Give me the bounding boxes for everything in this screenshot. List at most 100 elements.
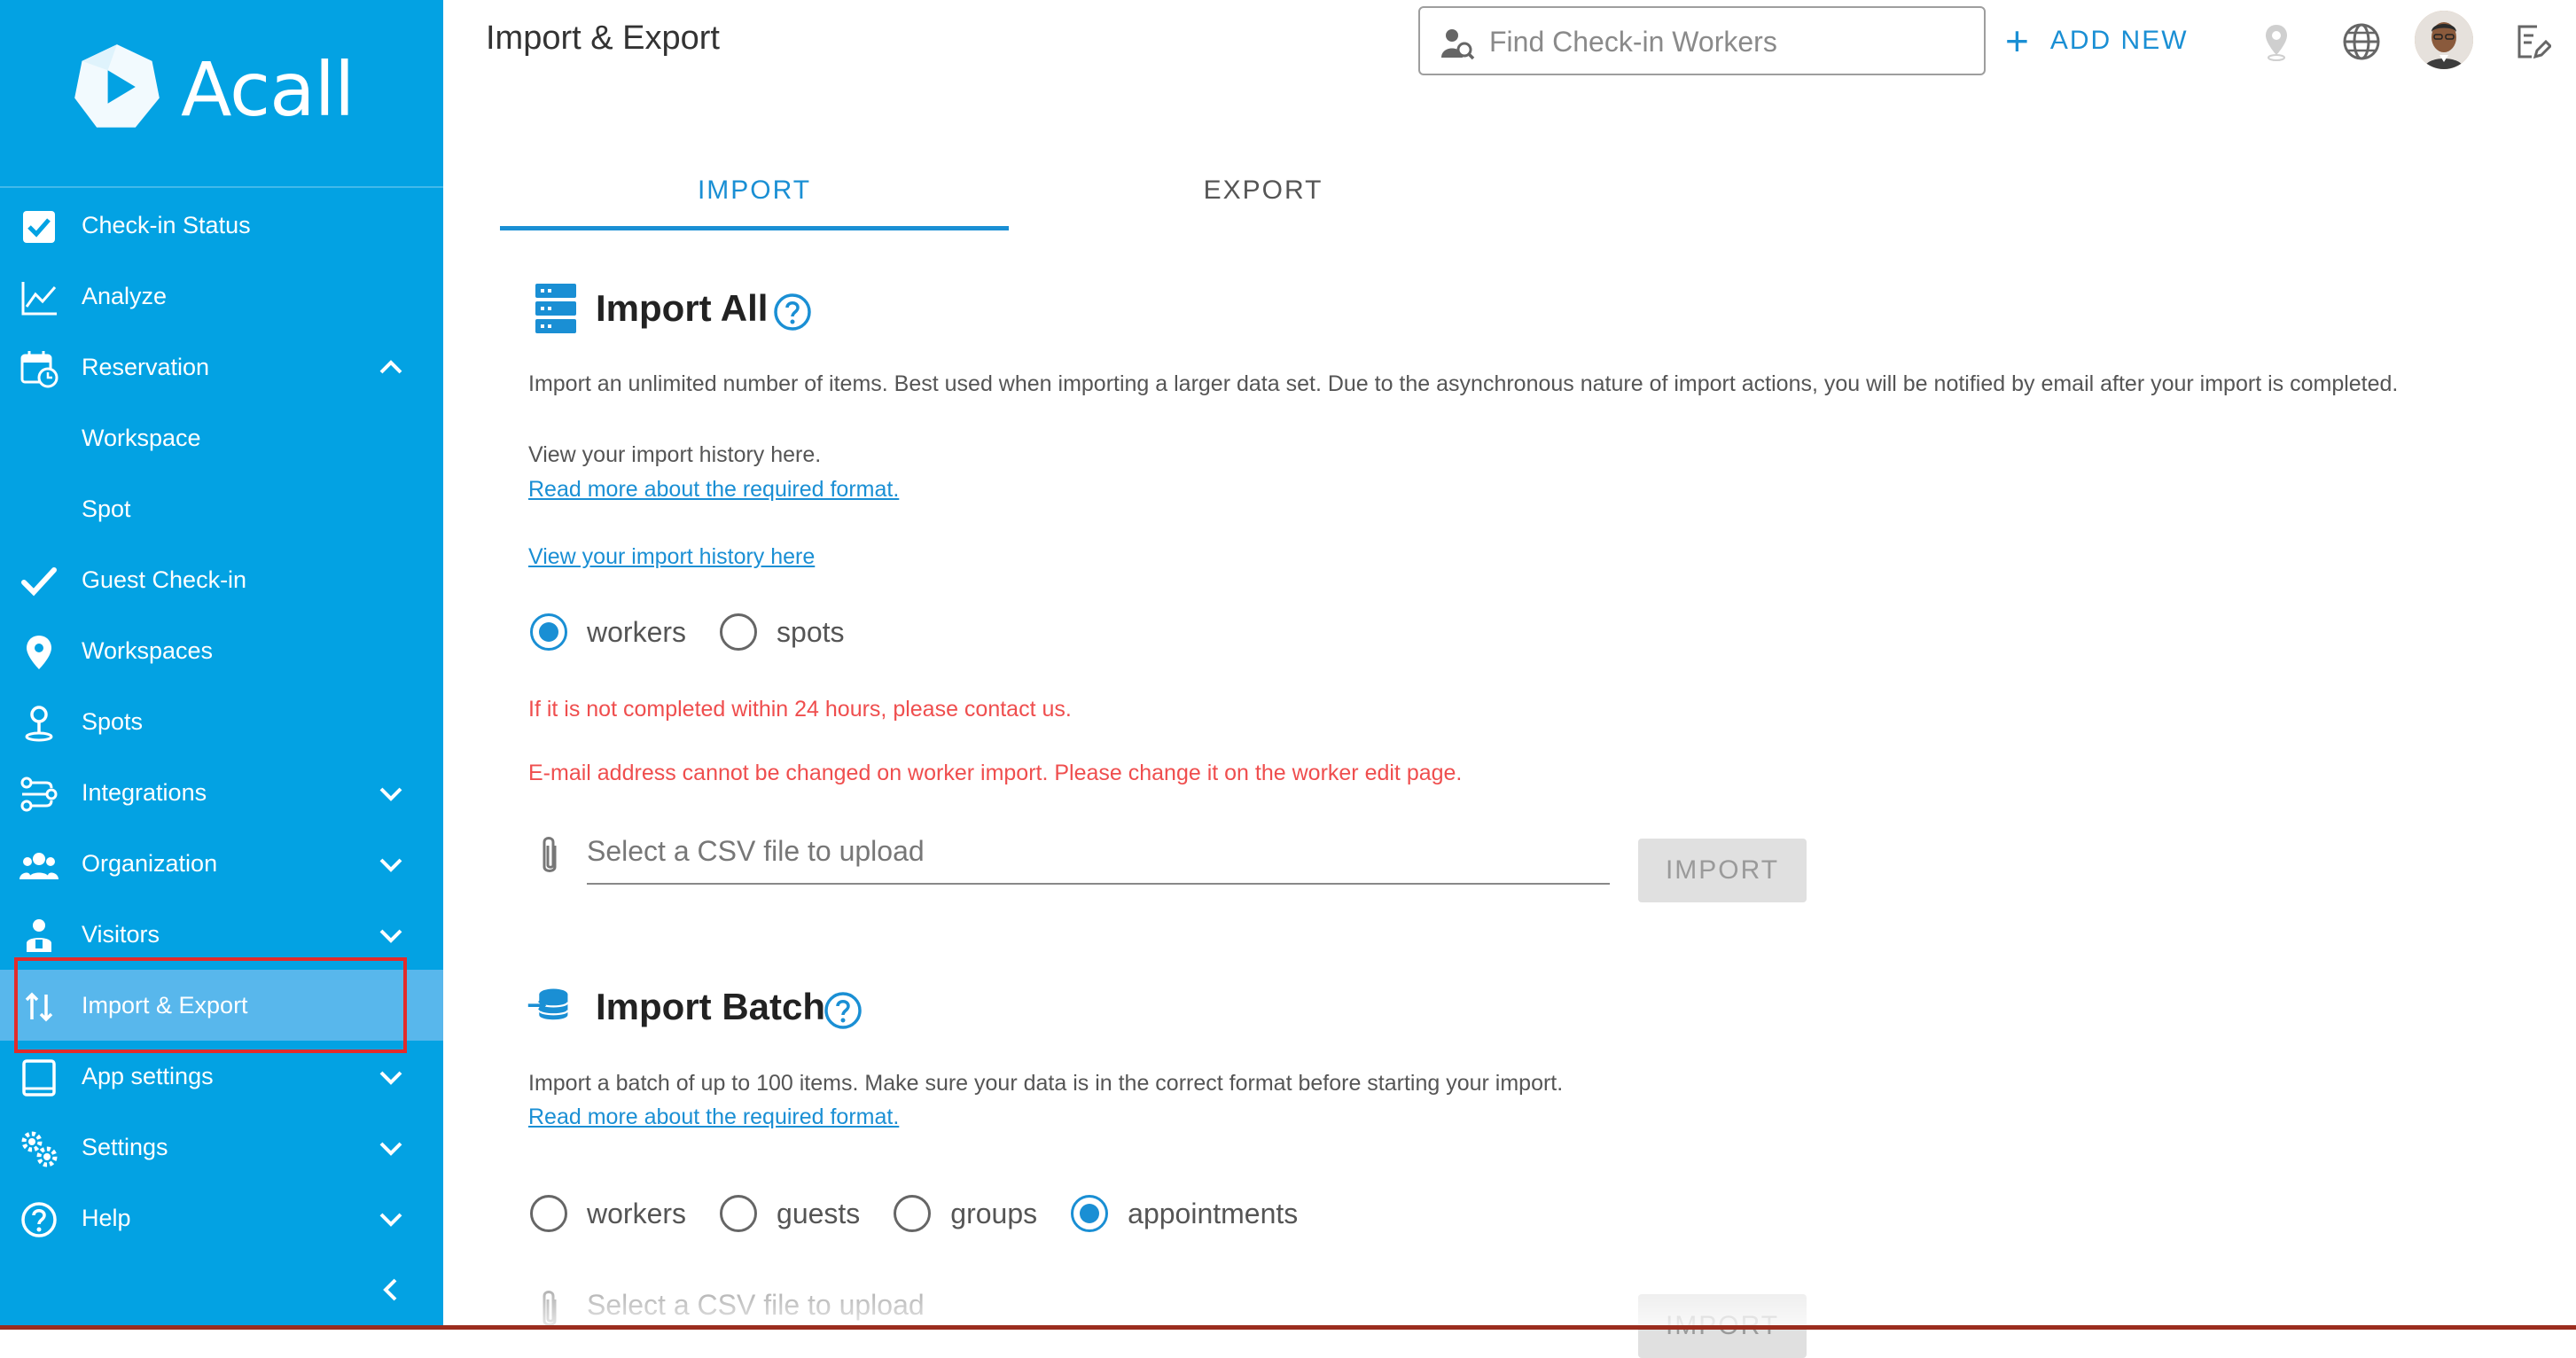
sidebar-item-spots[interactable]: Spots xyxy=(0,686,443,757)
tab-export[interactable]: EXPORT xyxy=(1009,160,1518,230)
warning-message: E-mail address cannot be changed on work… xyxy=(528,761,1463,785)
person-pin-icon xyxy=(20,704,59,743)
brand: Acall xyxy=(0,0,443,188)
radio-label: guests xyxy=(777,1197,861,1229)
sidebar-item-label: Workspaces xyxy=(82,636,214,664)
radio-workers[interactable]: workers xyxy=(530,1195,686,1232)
radio-workers[interactable]: workers xyxy=(530,613,686,651)
search-input[interactable] xyxy=(1489,20,1968,63)
chevron-down-icon xyxy=(379,787,402,801)
sidebar-item-organization[interactable]: Organization xyxy=(0,828,443,899)
radio-circle xyxy=(720,613,758,651)
sidebar-item-label: Import & Export xyxy=(82,991,248,1018)
add-new-button[interactable]: + ADD NEW xyxy=(2005,18,2189,64)
plus-icon: + xyxy=(2005,18,2031,64)
server-stack-icon xyxy=(535,284,576,333)
chevron-down-icon xyxy=(379,1142,402,1156)
import-batch-title: Import Batch xyxy=(596,986,826,1027)
sidebar-item-guest-check-in[interactable]: Guest Check-in xyxy=(0,544,443,615)
acall-logo-icon xyxy=(74,44,160,128)
edit-document-icon[interactable] xyxy=(2510,21,2551,62)
required-format-link[interactable]: Read more about the required format. xyxy=(528,1104,899,1130)
sidebar-item-workspace[interactable]: Workspace xyxy=(0,402,443,473)
sidebar-item-spot[interactable]: Spot xyxy=(0,473,443,544)
sidebar: Acall Check-in Status Analyze Reservatio… xyxy=(0,0,443,1330)
sidebar-item-label: Check-in Status xyxy=(82,211,251,238)
radio-circle xyxy=(720,1195,758,1232)
sidebar-item-settings[interactable]: Settings xyxy=(0,1112,443,1182)
gears-icon xyxy=(20,1129,59,1168)
user-avatar-icon xyxy=(2415,11,2473,69)
required-format-link[interactable]: Read more about the required format. xyxy=(528,477,899,503)
checkbox-icon xyxy=(20,207,59,246)
radio-spots[interactable]: spots xyxy=(720,613,845,651)
database-import-icon xyxy=(527,988,569,1020)
radio-circle xyxy=(1071,1195,1109,1232)
csv-file-input[interactable]: Select a CSV file to upload xyxy=(587,1289,1610,1338)
radio-groups[interactable]: groups xyxy=(894,1195,1037,1232)
radio-label: workers xyxy=(587,1197,687,1229)
sidebar-item-import-export[interactable]: Import & Export xyxy=(0,970,443,1041)
map-pin-icon xyxy=(20,633,59,672)
checkmark-icon xyxy=(20,562,59,601)
avatar[interactable] xyxy=(2415,11,2473,69)
sidebar-item-label: Guest Check-in xyxy=(82,566,247,593)
location-pin-icon[interactable] xyxy=(2256,21,2297,62)
import-all-description: Import an unlimited number of items. Bes… xyxy=(528,371,2399,396)
sidebar-item-check-in-status[interactable]: Check-in Status xyxy=(0,190,443,261)
chevron-down-icon xyxy=(379,1213,402,1227)
sidebar-item-visitors[interactable]: Visitors xyxy=(0,899,443,970)
page-title: Import & Export xyxy=(486,20,720,57)
sidebar-item-label: Settings xyxy=(82,1133,168,1160)
visitor-icon xyxy=(20,917,59,956)
csv-file-input[interactable]: Select a CSV file to upload xyxy=(587,835,1610,885)
radio-guests[interactable]: guests xyxy=(720,1195,860,1232)
sidebar-item-label: Integrations xyxy=(82,778,207,806)
help-circle-icon xyxy=(20,1200,59,1239)
paperclip-icon xyxy=(543,837,557,872)
import-all-title: Import All xyxy=(596,287,769,329)
window-bottom-edge xyxy=(0,1325,2576,1330)
search-person-icon xyxy=(1441,29,1475,60)
radio-circle xyxy=(530,613,567,651)
import-history-link[interactable]: View your import history here xyxy=(528,544,815,570)
line-chart-icon xyxy=(20,278,59,317)
chevron-up-icon xyxy=(379,360,402,374)
sidebar-item-analyze[interactable]: Analyze xyxy=(0,261,443,332)
sidebar-item-label: Visitors xyxy=(82,920,160,948)
people-icon xyxy=(20,846,59,885)
import-button[interactable]: IMPORT xyxy=(1638,839,1807,902)
import-all-type-options: workers spots xyxy=(530,613,878,651)
sidebar-item-label: Spots xyxy=(82,707,144,735)
import-history-text: View your import history here. xyxy=(528,442,822,467)
sidebar-item-label: App settings xyxy=(82,1062,214,1089)
sidebar-item-label: Spot xyxy=(82,495,131,522)
chevron-down-icon xyxy=(379,929,402,943)
globe-icon[interactable] xyxy=(2341,21,2382,62)
help-circle-icon[interactable] xyxy=(824,991,863,1030)
sidebar-item-reservation[interactable]: Reservation xyxy=(0,332,443,402)
radio-circle xyxy=(530,1195,567,1232)
search-box[interactable] xyxy=(1418,6,1986,75)
radio-appointments[interactable]: appointments xyxy=(1071,1195,1298,1232)
chevron-down-icon xyxy=(379,1071,402,1085)
sidebar-item-label: Analyze xyxy=(82,282,168,309)
help-circle-icon[interactable] xyxy=(773,293,812,332)
collapse-sidebar-icon[interactable] xyxy=(376,1275,406,1305)
chevron-down-icon xyxy=(379,858,402,872)
radio-label: workers xyxy=(587,615,687,648)
tablet-icon xyxy=(20,1058,59,1097)
sidebar-item-integrations[interactable]: Integrations xyxy=(0,757,443,828)
import-batch-description: Import a batch of up to 100 items. Make … xyxy=(528,1071,1564,1096)
import-export-icon xyxy=(20,987,59,1026)
radio-label: spots xyxy=(777,615,845,648)
sidebar-item-workspaces[interactable]: Workspaces xyxy=(0,615,443,686)
sidebar-item-app-settings[interactable]: App settings xyxy=(0,1041,443,1112)
add-new-label: ADD NEW xyxy=(2049,26,2189,55)
import-batch-type-options: workers guests groups appointments xyxy=(530,1195,1331,1232)
tab-import[interactable]: IMPORT xyxy=(500,160,1009,230)
sidebar-item-help[interactable]: Help xyxy=(0,1182,443,1253)
warning-message: If it is not completed within 24 hours, … xyxy=(528,697,1072,722)
tab-bar: IMPORT EXPORT xyxy=(500,160,1518,234)
radio-label: groups xyxy=(950,1197,1038,1229)
